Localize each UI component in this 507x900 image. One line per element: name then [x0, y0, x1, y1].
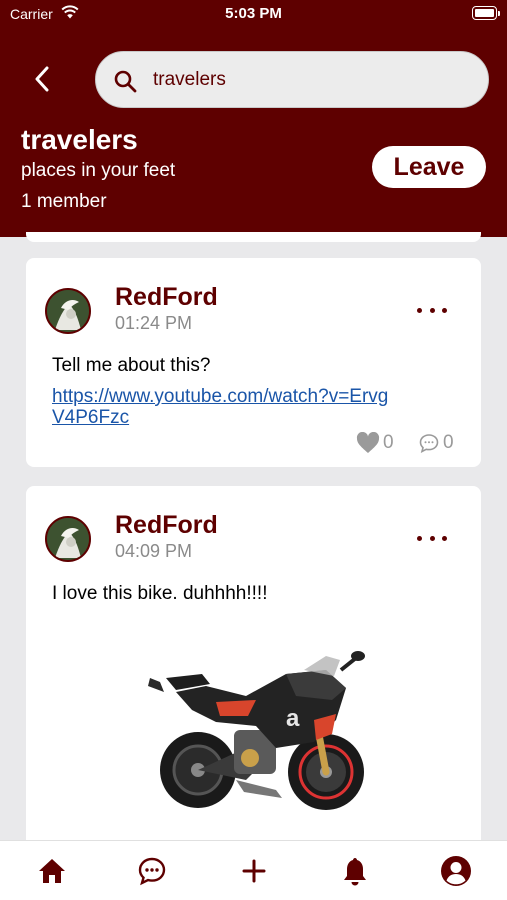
status-bar: Carrier 5:03 PM	[0, 0, 507, 30]
home-icon	[39, 859, 65, 883]
svg-text:a: a	[286, 705, 300, 732]
dot-icon	[417, 535, 422, 541]
post-text: Tell me about this?	[52, 355, 211, 376]
like-count: 0	[383, 432, 394, 453]
avatar[interactable]	[45, 516, 91, 562]
search-icon	[114, 70, 137, 93]
group-subtitle: places in your feet	[21, 160, 176, 181]
post-author[interactable]: RedFord	[115, 283, 218, 312]
post-timestamp: 04:09 PM	[115, 541, 193, 561]
search-bar[interactable]	[95, 51, 489, 108]
group-header: Carrier 5:03 PM travelers places in your…	[0, 0, 507, 237]
chat-icon	[138, 857, 166, 886]
avatar-image	[47, 290, 89, 332]
chevron-left-icon	[35, 66, 49, 92]
comment-count: 0	[443, 432, 454, 453]
comment-button[interactable]: 0	[419, 432, 454, 454]
avatar-image	[47, 518, 89, 560]
clock: 5:03 PM	[225, 5, 282, 22]
post-timestamp: 01:24 PM	[115, 313, 193, 333]
bottom-tab-bar	[0, 840, 507, 900]
battery-icon	[472, 6, 500, 20]
previous-post-card	[26, 232, 481, 242]
comment-icon	[419, 434, 439, 453]
post-card: RedFord 04:09 PM I love this bike. duhhh…	[26, 486, 481, 866]
like-button[interactable]: 0	[356, 432, 394, 454]
search-input[interactable]	[153, 52, 473, 107]
group-title: travelers	[21, 124, 138, 155]
tab-home[interactable]	[34, 853, 70, 889]
dot-icon	[442, 307, 447, 313]
more-options-button[interactable]	[417, 531, 447, 545]
post-text: I love this bike. duhhhh!!!!	[52, 583, 268, 604]
post-author[interactable]: RedFord	[115, 511, 218, 540]
dot-icon	[429, 307, 435, 313]
dot-icon	[417, 307, 422, 313]
post-link[interactable]: https://www.youtube.com/watch?v=ErvgV4P6…	[52, 386, 392, 428]
user-icon	[441, 856, 471, 886]
plus-icon	[242, 859, 266, 883]
post-image-motorcycle[interactable]: a	[136, 630, 376, 830]
tab-chat[interactable]	[134, 853, 170, 889]
dot-icon	[429, 535, 435, 541]
back-button[interactable]	[26, 62, 58, 96]
post-card: RedFord 01:24 PM Tell me about this? htt…	[26, 258, 481, 467]
more-options-button[interactable]	[417, 303, 447, 317]
dot-icon	[442, 535, 447, 541]
leave-button[interactable]: Leave	[372, 146, 486, 188]
bell-icon	[344, 858, 366, 886]
tab-create[interactable]	[236, 853, 272, 889]
member-count: 1 member	[21, 191, 107, 212]
tab-notifications[interactable]	[337, 853, 373, 889]
tab-profile[interactable]	[438, 853, 474, 889]
heart-icon	[356, 432, 380, 453]
avatar[interactable]	[45, 288, 91, 334]
